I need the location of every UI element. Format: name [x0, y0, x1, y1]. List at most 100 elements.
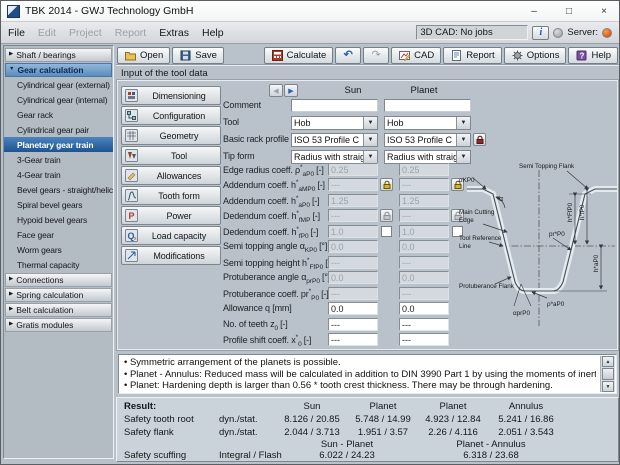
- module-tree: ▶ Shaft / bearings ▼ Gear calculation Cyli…: [3, 45, 114, 459]
- collapsed-triangle-icon: ▶: [9, 291, 14, 298]
- report-button[interactable]: Report: [443, 46, 502, 64]
- sidebar-section-connections[interactable]: ▶ Connections: [5, 273, 112, 287]
- maximize-icon[interactable]: □: [554, 2, 584, 21]
- tip-form-select-planet[interactable]: Radius with straight... ▼: [384, 150, 471, 164]
- teeth-count-field-planet[interactable]: ---: [399, 318, 449, 331]
- addendum-amp0-field-sun: ---: [328, 178, 378, 191]
- dedendum-checkbox-sun[interactable]: [381, 226, 392, 237]
- chevron-down-icon[interactable]: ▼: [363, 134, 377, 146]
- sidebar-item-gear-rack[interactable]: Gear rack: [4, 107, 113, 122]
- help-button[interactable]: ? Help: [568, 46, 618, 64]
- semi-topping-height-field-sun: ---: [328, 256, 378, 269]
- dedendum-fp0-field-sun: 1.0: [328, 225, 378, 238]
- close-icon[interactable]: ×: [589, 2, 619, 21]
- addendum-ap0-field-planet: 1.25: [399, 194, 449, 207]
- menu-project: Project: [69, 26, 102, 39]
- scrollbar-thumb[interactable]: [602, 368, 614, 380]
- chevron-down-icon[interactable]: ▼: [456, 117, 470, 129]
- server-led: [602, 27, 612, 38]
- title-bar: TBK 2014 - GWJ Technology GmbH – □ ×: [1, 1, 619, 22]
- column-header-planet: Planet: [410, 85, 438, 96]
- diagram-label-rho-ap0: ρ*aP0: [547, 301, 565, 308]
- undo-button[interactable]: ↶: [335, 46, 362, 64]
- window-title: TBK 2014 - GWJ Technology GmbH: [25, 5, 194, 17]
- sidebar-item-bevel-gears[interactable]: Bevel gears - straight/helical: [4, 182, 113, 197]
- scroll-up-icon: ▲: [605, 358, 611, 365]
- diagram-label-h-ffp0: h*FfP0: [567, 202, 574, 222]
- sidebar-item-3-gear-train[interactable]: 3-Gear train: [4, 152, 113, 167]
- sidebar-section-gear-calculation[interactable]: ▼ Gear calculation: [5, 63, 112, 77]
- diagram-label-alpha-prp0: αprP0: [513, 310, 530, 317]
- result-row-scuffing: Safety scuffing Integral / Flash 6.022 /…: [124, 449, 519, 461]
- tip-form-label: Tip form: [223, 151, 255, 161]
- allowance-field-sun[interactable]: 0.0: [328, 302, 378, 315]
- sidebar-item-cylindrical-gear-pair[interactable]: Cylindrical gear pair: [4, 122, 113, 137]
- sidebar-item-thermal-capacity[interactable]: Thermal capacity: [4, 257, 113, 272]
- report-document-icon: [452, 49, 462, 61]
- message-scrollbar[interactable]: ▲ ▼: [600, 356, 615, 392]
- cad-button[interactable]: CAD: [391, 46, 442, 64]
- svg-text:Line: Line: [459, 243, 471, 250]
- chevron-down-icon[interactable]: ▼: [363, 117, 377, 129]
- menu-extras[interactable]: Extras: [159, 27, 189, 39]
- rack-profile-select-sun[interactable]: ISO 53 Profile C ▼: [291, 133, 378, 147]
- protuberance-coeff-field-planet: ---: [399, 287, 449, 300]
- comment-input-sun[interactable]: [291, 99, 378, 112]
- scroll-up-button[interactable]: ▲: [602, 356, 614, 367]
- sidebar-section-belt-calculation[interactable]: ▶ Belt calculation: [5, 303, 112, 317]
- main-toolbar: Open Save Calculate ↶ ↷ CAD Report Optio…: [117, 46, 618, 64]
- message-line: • Planet - Annulus: Reduced mass will be…: [124, 368, 596, 380]
- diagram-label-h-fp0: h*fP0: [579, 204, 586, 220]
- options-button[interactable]: Options: [503, 46, 567, 64]
- sidebar-item-planetary-gear-train[interactable]: Planetary gear train: [4, 137, 113, 152]
- minimize-icon[interactable]: –: [519, 2, 549, 21]
- open-button[interactable]: Open: [117, 46, 171, 64]
- result-col-planet2: Planet: [439, 400, 467, 412]
- sidebar-item-hypoid-bevel-gears[interactable]: Hypoid bevel gears: [4, 212, 113, 227]
- tip-form-select-sun[interactable]: Radius with straight... ▼: [291, 150, 378, 164]
- profile-shift-field-planet[interactable]: ---: [399, 333, 449, 346]
- result-title: Result:: [124, 400, 157, 412]
- sidebar-section-gratis-modules[interactable]: ▶ Gratis modules: [5, 318, 112, 332]
- sidebar-section-spring-calculation[interactable]: ▶ Spring calculation: [5, 288, 112, 302]
- result-row-tooth-root: Safety tooth root dyn./stat. 8.126 / 20.…: [124, 413, 554, 425]
- sidebar-item-spiral-bevel-gears[interactable]: Spiral bevel gears: [4, 197, 113, 212]
- semi-topping-angle-field-sun: 0.0: [328, 240, 378, 253]
- scroll-down-button[interactable]: ▼: [602, 381, 614, 392]
- redo-button: ↷: [363, 46, 390, 64]
- menu-bar: File Edit Project Report Extras Help 3D …: [1, 22, 619, 44]
- calculate-button[interactable]: Calculate: [263, 46, 334, 64]
- undo-icon: ↶: [343, 48, 353, 61]
- chevron-down-icon[interactable]: ▼: [363, 151, 377, 163]
- profile-shift-field-sun[interactable]: ---: [328, 333, 378, 346]
- sidebar-item-worm-gears[interactable]: Worm gears: [4, 242, 113, 257]
- lock-button[interactable]: [380, 178, 393, 191]
- lock-button-disabled: [380, 209, 393, 222]
- menu-file[interactable]: File: [8, 27, 25, 39]
- tool-select-sun[interactable]: Hob ▼: [291, 116, 378, 130]
- tool-select-planet[interactable]: Hob ▼: [384, 116, 471, 130]
- message-line: • Symmetric arrangement of the planets i…: [124, 357, 341, 368]
- allowance-field-planet[interactable]: 0.0: [399, 302, 449, 315]
- info-button[interactable]: i: [532, 25, 550, 40]
- lock-icon: [383, 211, 390, 220]
- prev-gear-button: ◀: [269, 84, 283, 97]
- sidebar-item-cylindrical-gear-external[interactable]: Cylindrical gear (external): [4, 77, 113, 92]
- save-button[interactable]: Save: [172, 46, 224, 64]
- rack-profile-select-planet[interactable]: ISO 53 Profile C ▼: [384, 133, 471, 147]
- menu-help[interactable]: Help: [202, 27, 224, 39]
- sidebar-item-face-gear[interactable]: Face gear: [4, 227, 113, 242]
- diagram-label-h-ap0: h*aP0: [593, 254, 600, 272]
- message-box: • Symmetric arrangement of the planets i…: [118, 354, 617, 394]
- sidebar-item-cylindrical-gear-internal[interactable]: Cylindrical gear (internal): [4, 92, 113, 107]
- teeth-count-field-sun[interactable]: ---: [328, 318, 378, 331]
- next-gear-button[interactable]: ▶: [284, 84, 298, 97]
- sidebar-section-shaft-bearings[interactable]: ▶ Shaft / bearings: [5, 48, 112, 62]
- result-row-flank: Safety flank dyn./stat. 2.044 / 3.713 1.…: [124, 426, 554, 438]
- sidebar-item-4-gear-train[interactable]: 4-Gear train: [4, 167, 113, 182]
- bullet-icon: •: [124, 357, 128, 368]
- protuberance-angle-field-planet: 0.0: [399, 271, 449, 284]
- comment-input-planet[interactable]: [384, 99, 471, 112]
- diagram-label-semi-topping-flank: Semi Topping Flank: [519, 163, 575, 170]
- cad-status-field: 3D CAD: No jobs: [416, 25, 529, 40]
